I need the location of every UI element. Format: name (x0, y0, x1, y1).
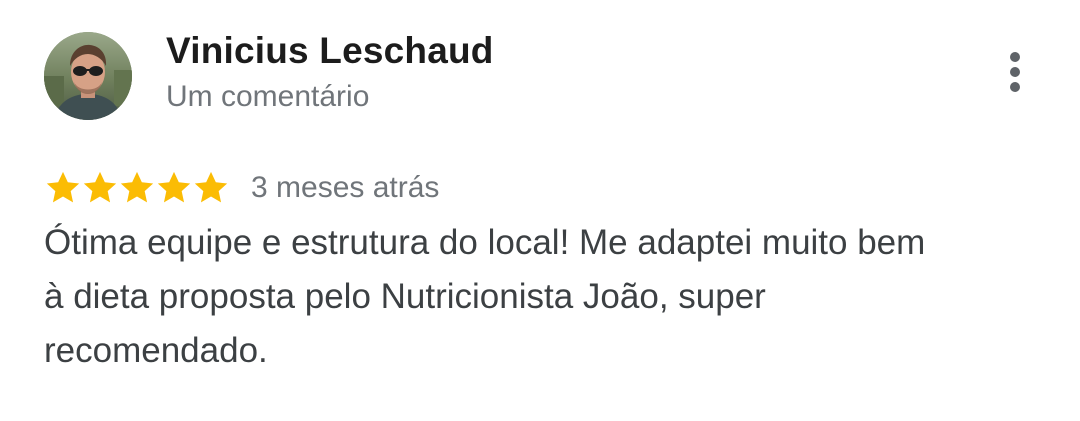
more-vert-icon-dot (1010, 67, 1020, 77)
star-icon (155, 169, 193, 207)
star-icon (118, 169, 156, 207)
author-name[interactable]: Vinicius Leschaud (166, 30, 494, 72)
star-icon (81, 169, 119, 207)
star-icon (44, 169, 82, 207)
review-time: 3 meses atrás (251, 171, 440, 204)
review-card: Vinicius Leschaud Um comentário 3 meses … (0, 0, 1080, 421)
author-avatar[interactable] (44, 32, 132, 120)
star-icon (192, 169, 230, 207)
user-photo-avatar-icon (44, 32, 132, 120)
review-text: Ótima equipe e estrutura do local! Me ad… (44, 223, 926, 370)
more-options-button[interactable] (996, 46, 1036, 98)
rating-row: 3 meses atrás (44, 166, 439, 210)
more-vert-icon (1010, 52, 1020, 62)
more-vert-icon-dot (1010, 82, 1020, 92)
star-rating (44, 169, 229, 207)
author-review-count: Um comentário (166, 80, 370, 113)
